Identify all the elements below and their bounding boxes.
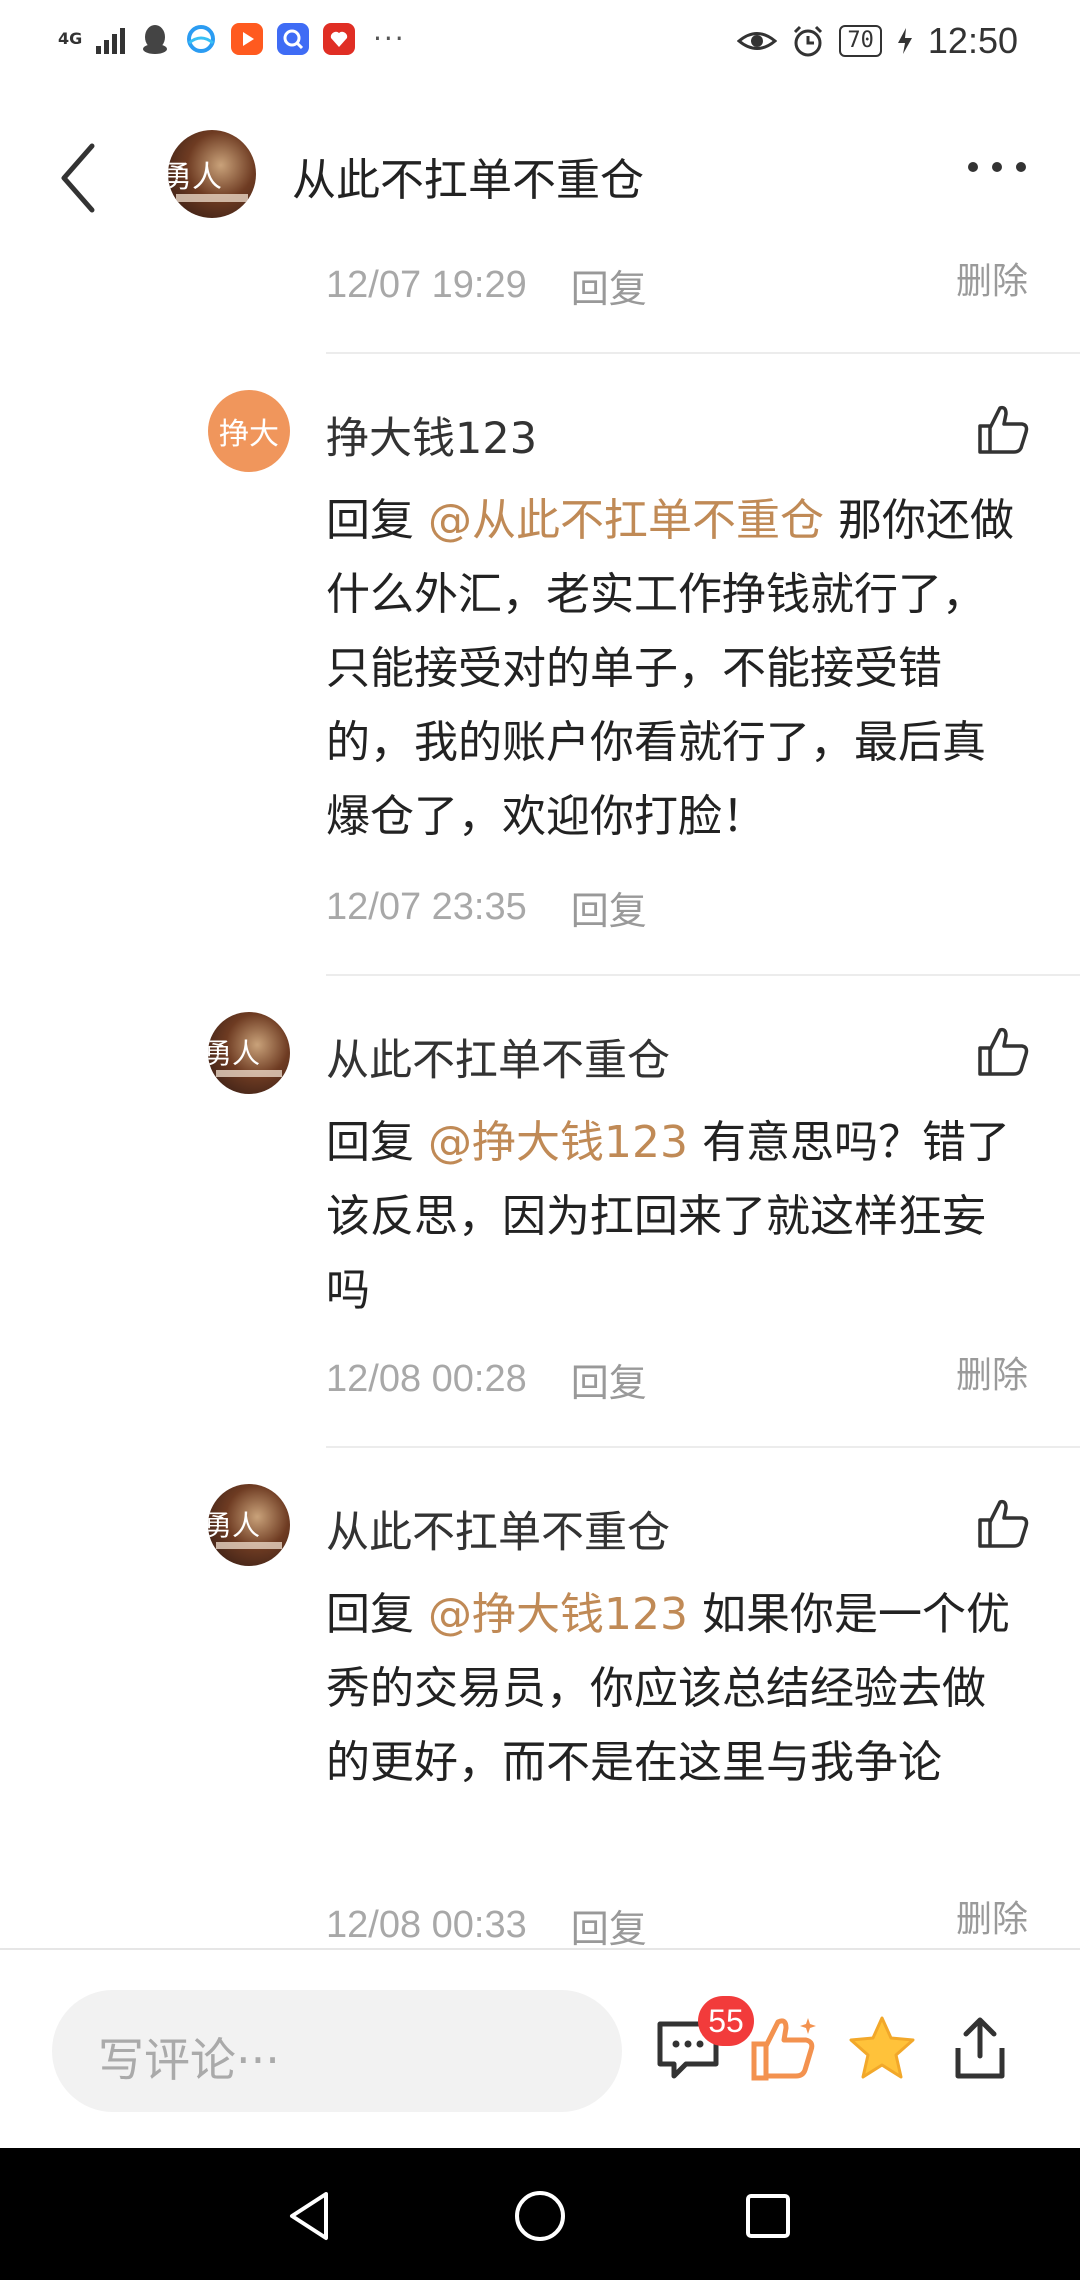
divider xyxy=(326,352,1080,354)
battery-indicator: 70 xyxy=(839,25,882,57)
comment-time: 12/07 19:29 xyxy=(326,264,527,306)
divider xyxy=(326,974,1080,976)
video-icon xyxy=(231,22,263,55)
divider xyxy=(326,1446,1080,1448)
author-avatar[interactable]: 勇人 xyxy=(168,130,256,218)
bottom-action-bar: 写评论··· 55 xyxy=(0,1948,1080,2150)
nav-back-icon[interactable] xyxy=(280,2186,340,2246)
signal-icon xyxy=(96,24,125,54)
thumbs-up-icon[interactable] xyxy=(976,1496,1030,1550)
page-title: 从此不扛单不重仓 xyxy=(292,155,644,206)
qq-icon xyxy=(139,22,171,55)
comment-meta: 12/08 00:28 回复 xyxy=(326,1352,647,1407)
notification-overflow: ··· xyxy=(373,22,406,55)
commenter-name[interactable]: 挣大钱123 xyxy=(326,404,537,466)
back-icon[interactable] xyxy=(52,138,112,218)
delete-button[interactable]: 删除 xyxy=(956,1346,1028,1398)
reply-button[interactable]: 回复 xyxy=(571,258,647,313)
eye-icon xyxy=(737,32,778,50)
comment-meta: 12/07 19:29 回复 xyxy=(326,258,647,313)
commenter-name[interactable]: 从此不扛单不重仓 xyxy=(326,1498,670,1560)
mention-link[interactable]: @挣大钱123 xyxy=(428,1589,688,1640)
comment-count-badge: 55 xyxy=(698,1996,754,2046)
comment-time: 12/08 00:28 xyxy=(326,1358,527,1400)
charging-icon xyxy=(897,28,912,54)
delete-button[interactable]: 删除 xyxy=(956,1890,1028,1942)
commenter-name[interactable]: 从此不扛单不重仓 xyxy=(326,1026,670,1088)
reply-button[interactable]: 回复 xyxy=(571,880,647,935)
delete-button[interactable]: 删除 xyxy=(956,252,1028,304)
comment-meta: 12/07 23:35 回复 xyxy=(326,880,647,935)
commenter-avatar[interactable]: 勇人 xyxy=(208,1484,290,1566)
header: 勇人 从此不扛单不重仓 xyxy=(0,92,1080,252)
commenter-avatar[interactable]: 挣大 xyxy=(208,390,290,472)
like-icon[interactable] xyxy=(748,2012,820,2084)
reply-button[interactable]: 回复 xyxy=(571,1898,647,1953)
alarm-icon xyxy=(794,25,823,57)
comment-time: 12/08 00:33 xyxy=(326,1904,527,1946)
comment-text: 回复 @从此不扛单不重仓 那你还做什么外汇，老实工作挣钱就行了，只能接受对的单子… xyxy=(326,495,1014,842)
comment-meta: 12/08 00:33 回复 xyxy=(326,1898,647,1953)
comment-text: 回复 @挣大钱123 有意思吗？错了该反思，因为扛回来了就这样狂妄吗 xyxy=(326,1117,1010,1316)
thumbs-up-icon[interactable] xyxy=(976,402,1030,456)
comment-input[interactable]: 写评论··· xyxy=(52,1990,622,2112)
browser-icon xyxy=(185,22,217,55)
clock: 12:50 xyxy=(927,20,1018,61)
share-icon[interactable] xyxy=(944,2012,1016,2084)
status-bar: 4G ··· 70 12:50 xyxy=(0,0,1080,92)
favorite-star-icon[interactable] xyxy=(846,2012,918,2084)
system-nav-bar xyxy=(0,2148,1080,2280)
comment-text: 回复 @挣大钱123 如果你是一个优秀的交易员，你应该总结经验去做的更好，而不是… xyxy=(326,1589,1010,1788)
mention-link[interactable]: @从此不扛单不重仓 xyxy=(428,495,824,546)
nav-recents-icon[interactable] xyxy=(738,2186,798,2246)
thumbs-up-icon[interactable] xyxy=(976,1024,1030,1078)
comment-time: 12/07 23:35 xyxy=(326,886,527,928)
mention-link[interactable]: @挣大钱123 xyxy=(428,1117,688,1168)
more-options-icon[interactable] xyxy=(968,162,1026,172)
nav-home-icon[interactable] xyxy=(510,2186,570,2246)
comment-placeholder: 写评论··· xyxy=(98,2033,280,2087)
reply-button[interactable]: 回复 xyxy=(571,1352,647,1407)
search-app-icon xyxy=(277,22,309,55)
network-type: 4G xyxy=(58,28,83,48)
pinduoduo-icon xyxy=(323,22,355,55)
commenter-avatar[interactable]: 勇人 xyxy=(208,1012,290,1094)
